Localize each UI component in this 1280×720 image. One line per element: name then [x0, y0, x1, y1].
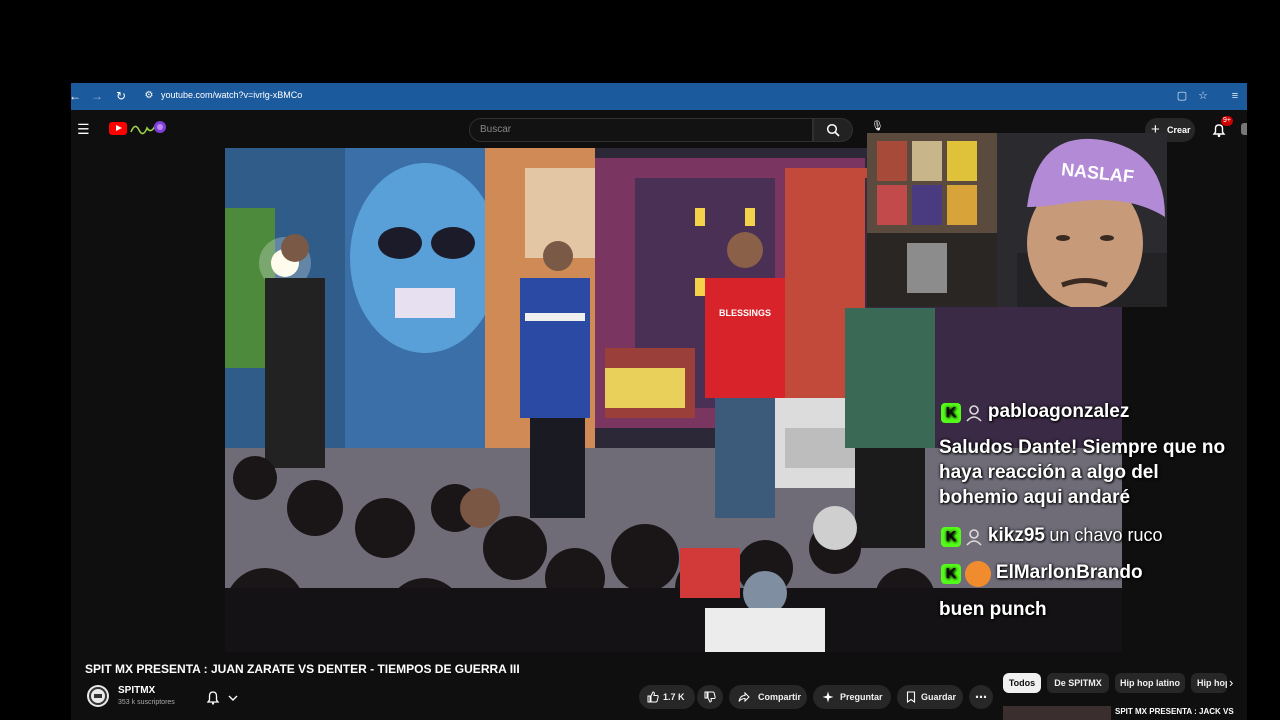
like-count: 1.7 K	[663, 692, 685, 702]
shirt-text: BLESSINGS	[719, 308, 771, 318]
install-app-icon[interactable]: ▢	[1174, 88, 1190, 104]
save-bookmark-icon	[906, 691, 916, 703]
menu-icon[interactable]: ☰	[77, 122, 91, 136]
subscription-bell-button[interactable]	[197, 686, 249, 708]
related-video-title[interactable]: SPIT MX PRESENTA : JACK VS	[1115, 707, 1234, 716]
search-input[interactable]: Buscar	[469, 118, 813, 142]
chat-message: Saludos Dante! Siempre que no haya reacc…	[939, 437, 1226, 508]
search-icon	[826, 123, 840, 137]
chat-message: un chavo ruco	[1049, 525, 1163, 545]
chat-message: buen punch	[939, 599, 1047, 620]
site-settings-icon[interactable]: ⚙	[141, 88, 157, 104]
address-bar: ← → ↻ ⚙ youtube.com/watch?v=ivrlg-xBMCo …	[71, 83, 1247, 110]
chat-username: kikz95	[987, 525, 1045, 546]
subscriber-count: 353 k suscriptores	[118, 699, 175, 706]
notification-badge: 9+	[1221, 116, 1233, 126]
search-button[interactable]	[813, 118, 853, 142]
bookmark-star-icon[interactable]: ☆	[1195, 88, 1211, 104]
webcam-image: NASLAF	[867, 133, 1167, 307]
search-placeholder: Buscar	[480, 124, 512, 135]
channel-avatar[interactable]	[87, 685, 109, 707]
browser-window: ← → ↻ ⚙ youtube.com/watch?v=ivrlg-xBMCo …	[71, 83, 1247, 720]
share-icon	[738, 691, 750, 703]
chevron-right-icon[interactable]: ›	[1229, 675, 1233, 690]
streamer-webcam: NASLAF	[867, 133, 1167, 307]
microphone-icon[interactable]: 🎙	[871, 121, 884, 132]
video-title: SPIT MX PRESENTA : JUAN ZARATE VS DENTER…	[85, 662, 520, 676]
like-button[interactable]: 1.7 K	[639, 685, 695, 709]
url-text[interactable]: youtube.com/watch?v=ivrlg-xBMCo	[161, 90, 302, 100]
reading-list-icon[interactable]: ≡	[1227, 88, 1243, 104]
chat-row: K ElMarlonBrando	[941, 561, 1143, 587]
kick-badge-icon: K	[941, 526, 961, 547]
ask-label: Preguntar	[840, 692, 883, 702]
save-label: Guardar	[921, 692, 957, 702]
chip-from-channel[interactable]: De SPITMX	[1047, 673, 1109, 693]
channel-name[interactable]: SPITMX	[118, 685, 155, 696]
dislike-button[interactable]	[697, 685, 723, 709]
channel-logo-icon	[89, 687, 107, 705]
chip-hip-hop[interactable]: Hip hop	[1191, 673, 1227, 693]
chat-row: K pabloagonzalez	[941, 401, 1129, 423]
chat-username: pabloagonzalez	[987, 401, 1130, 422]
account-avatar[interactable]	[1241, 123, 1247, 135]
more-actions-icon[interactable]: ⋯	[969, 685, 993, 709]
save-button[interactable]: Guardar	[897, 685, 963, 709]
related-video-thumbnail[interactable]	[1003, 706, 1111, 720]
chat-username: ElMarlonBrando	[995, 562, 1143, 584]
youtube-logo-icon[interactable]	[109, 122, 127, 135]
create-label: Crear	[1167, 125, 1191, 135]
doodle-logo-icon[interactable]	[129, 120, 167, 136]
reload-icon[interactable]: ↻	[113, 88, 129, 104]
kick-badge-icon: K	[941, 402, 961, 423]
kick-badge-icon: K	[941, 564, 961, 584]
user-icon	[966, 528, 983, 546]
sparkle-icon	[822, 691, 834, 703]
user-avatar-icon	[965, 561, 992, 587]
user-icon	[966, 404, 983, 422]
thumbs-up-icon	[647, 691, 659, 703]
share-button[interactable]: Compartir	[729, 685, 807, 709]
chat-row: K kikz95 un chavo ruco	[941, 525, 1162, 547]
chip-hip-hop-latino[interactable]: Hip hop latino	[1115, 673, 1185, 693]
thumbs-down-icon	[704, 691, 716, 703]
share-label: Compartir	[758, 692, 802, 702]
forward-icon[interactable]: →	[89, 88, 105, 104]
chat-overlay: K pabloagonzalez Saludos Dante! Siempre …	[939, 401, 1239, 651]
chip-all[interactable]: Todos	[1003, 673, 1041, 693]
ask-button[interactable]: Preguntar	[813, 685, 891, 709]
back-icon[interactable]: ←	[71, 88, 83, 104]
